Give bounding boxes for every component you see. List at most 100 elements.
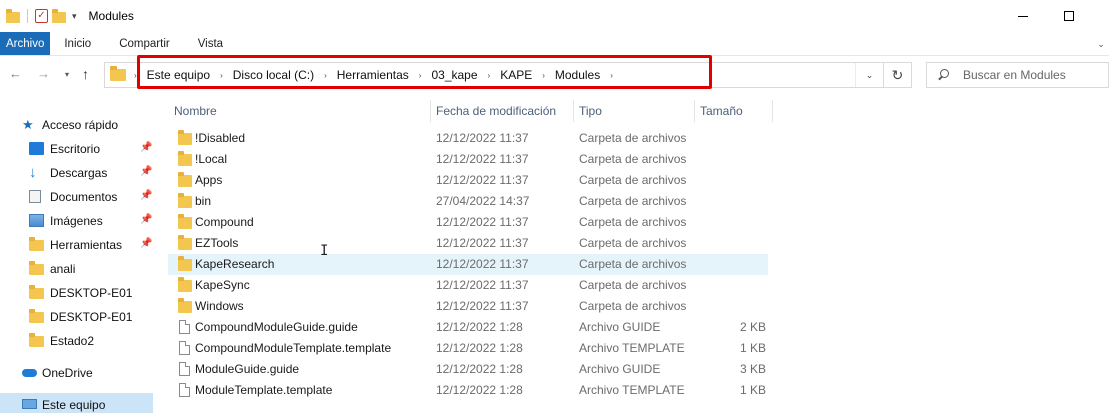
- folder-icon: [178, 130, 192, 145]
- chevron-right-icon[interactable]: ›: [220, 71, 223, 80]
- text-cursor-icon: I: [320, 243, 329, 259]
- tab-archivo[interactable]: Archivo: [0, 32, 51, 55]
- window-title: Modules: [88, 9, 134, 23]
- nav-item-estado2[interactable]: Estado2: [0, 329, 153, 353]
- file-type: Carpeta de archivos: [579, 236, 687, 250]
- nav-item-escritorio[interactable]: Escritorio 📌: [0, 137, 153, 161]
- file-type: Archivo TEMPLATE: [579, 341, 685, 355]
- file-row[interactable]: CompoundModuleTemplate.template 12/12/20…: [168, 338, 768, 359]
- new-folder-icon[interactable]: [52, 8, 66, 23]
- folder-icon: [29, 261, 44, 275]
- file-type: Carpeta de archivos: [579, 131, 687, 145]
- file-date: 12/12/2022 1:28: [436, 341, 523, 355]
- cloud-icon: [22, 369, 37, 377]
- column-divider[interactable]: [573, 100, 574, 122]
- nav-label: DESKTOP-E01: [50, 286, 133, 300]
- column-divider[interactable]: [772, 100, 773, 122]
- tab-inicio[interactable]: Inicio: [50, 32, 105, 55]
- nav-label: DESKTOP-E01: [50, 310, 133, 324]
- chevron-right-icon[interactable]: ›: [419, 71, 422, 80]
- file-row[interactable]: EZTools 12/12/2022 11:37 Carpeta de arch…: [168, 233, 768, 254]
- desktop-icon: [29, 142, 44, 155]
- file-row[interactable]: Apps 12/12/2022 11:37 Carpeta de archivo…: [168, 170, 768, 191]
- forward-arrow-icon[interactable]: →: [37, 66, 50, 81]
- pin-icon[interactable]: 📌: [140, 166, 152, 177]
- folder-icon: [29, 309, 44, 323]
- nav-item-desktop-e01[interactable]: DESKTOP-E01: [0, 305, 153, 329]
- nav-item-descargas[interactable]: ↓ Descargas 📌: [0, 161, 153, 185]
- column-divider[interactable]: [430, 100, 431, 122]
- expand-ribbon-icon[interactable]: ⌄: [1093, 32, 1109, 56]
- column-divider[interactable]: [694, 100, 695, 122]
- address-dropdown-icon[interactable]: ⌄: [855, 63, 883, 87]
- nav-label: Acceso rápido: [42, 118, 119, 132]
- chevron-right-icon[interactable]: ›: [488, 71, 491, 80]
- breadcrumb-kape[interactable]: KAPE: [500, 68, 532, 82]
- file-name: Windows: [195, 299, 244, 313]
- file-row[interactable]: KapeResearch 12/12/2022 11:37 Carpeta de…: [168, 254, 768, 275]
- nav-quick-access[interactable]: ★ Acceso rápido: [0, 113, 153, 137]
- minimize-button[interactable]: [1000, 0, 1046, 32]
- file-date: 12/12/2022 11:37: [436, 299, 529, 313]
- file-row[interactable]: KapeSync 12/12/2022 11:37 Carpeta de arc…: [168, 275, 768, 296]
- file-row[interactable]: ModuleTemplate.template 12/12/2022 1:28 …: [168, 380, 768, 401]
- file-icon: [179, 362, 190, 376]
- refresh-icon: ↻: [891, 66, 904, 83]
- nav-item-herramientas[interactable]: Herramientas 📌: [0, 233, 153, 257]
- search-box[interactable]: Buscar en Modules: [926, 62, 1109, 88]
- pin-icon[interactable]: 📌: [140, 238, 152, 249]
- file-row[interactable]: !Disabled 12/12/2022 11:37 Carpeta de ar…: [168, 128, 768, 149]
- pin-icon[interactable]: 📌: [140, 142, 152, 153]
- recent-locations-icon[interactable]: ▾: [65, 70, 69, 79]
- maximize-button[interactable]: [1046, 0, 1092, 32]
- chevron-right-icon[interactable]: ›: [324, 71, 327, 80]
- tab-compartir[interactable]: Compartir: [105, 32, 183, 55]
- breadcrumb-herramientas[interactable]: Herramientas: [337, 68, 409, 82]
- column-header-name[interactable]: Nombre: [174, 100, 217, 122]
- breadcrumb-disco-local[interactable]: Disco local (C:): [233, 68, 314, 82]
- breadcrumb-03-kape[interactable]: 03_kape: [431, 68, 477, 82]
- file-type: Archivo GUIDE: [579, 320, 661, 334]
- file-type: Carpeta de archivos: [579, 194, 687, 208]
- column-header-type[interactable]: Tipo: [579, 100, 602, 122]
- file-date: 12/12/2022 11:37: [436, 278, 529, 292]
- column-header-size[interactable]: Tamaño: [700, 100, 743, 122]
- properties-icon[interactable]: ✓: [35, 9, 48, 23]
- nav-label: anali: [50, 262, 76, 276]
- pin-icon[interactable]: 📌: [140, 190, 152, 201]
- nav-label: Documentos: [50, 190, 118, 204]
- chevron-right-icon[interactable]: ›: [134, 71, 137, 80]
- pin-icon[interactable]: 📌: [140, 214, 152, 225]
- chevron-right-icon[interactable]: ›: [542, 71, 545, 80]
- nav-item-imagenes[interactable]: Imágenes 📌: [0, 209, 153, 233]
- nav-onedrive[interactable]: OneDrive: [0, 361, 153, 385]
- breadcrumb-modules[interactable]: Modules: [555, 68, 600, 82]
- file-row[interactable]: Compound 12/12/2022 11:37 Carpeta de arc…: [168, 212, 768, 233]
- file-row[interactable]: CompoundModuleGuide.guide 12/12/2022 1:2…: [168, 317, 768, 338]
- file-date: 12/12/2022 11:37: [436, 131, 529, 145]
- nav-this-pc[interactable]: Este equipo: [0, 393, 153, 413]
- up-arrow-icon[interactable]: ↑: [82, 66, 89, 82]
- address-bar[interactable]: › Este equipo › Disco local (C:) › Herra…: [104, 62, 884, 88]
- back-arrow-icon[interactable]: ←: [9, 66, 22, 81]
- customize-toolbar-icon[interactable]: ▾: [72, 11, 77, 22]
- nav-item-anali[interactable]: anali: [0, 257, 153, 281]
- folder-icon: [29, 237, 44, 251]
- refresh-button[interactable]: ↻: [884, 62, 912, 88]
- file-date: 27/04/2022 14:37: [436, 194, 530, 208]
- file-type: Archivo TEMPLATE: [579, 383, 685, 397]
- file-row[interactable]: !Local 12/12/2022 11:37 Carpeta de archi…: [168, 149, 768, 170]
- file-size: 1 KB: [739, 383, 766, 397]
- file-row[interactable]: Windows 12/12/2022 11:37 Carpeta de arch…: [168, 296, 768, 317]
- file-row[interactable]: bin 27/04/2022 14:37 Carpeta de archivos: [168, 191, 768, 212]
- column-header-date[interactable]: Fecha de modificación: [436, 100, 556, 122]
- search-input[interactable]: Buscar en Modules: [963, 68, 1066, 82]
- file-name: !Disabled: [195, 131, 246, 145]
- nav-item-documentos[interactable]: Documentos 📌: [0, 185, 153, 209]
- breadcrumb-este-equipo[interactable]: Este equipo: [147, 68, 210, 82]
- file-row[interactable]: ModuleGuide.guide 12/12/2022 1:28 Archiv…: [168, 359, 768, 380]
- nav-item-desktop-e01[interactable]: DESKTOP-E01: [0, 281, 153, 305]
- tab-vista[interactable]: Vista: [184, 32, 237, 55]
- chevron-right-icon[interactable]: ›: [610, 71, 613, 80]
- folder-icon: [178, 256, 192, 271]
